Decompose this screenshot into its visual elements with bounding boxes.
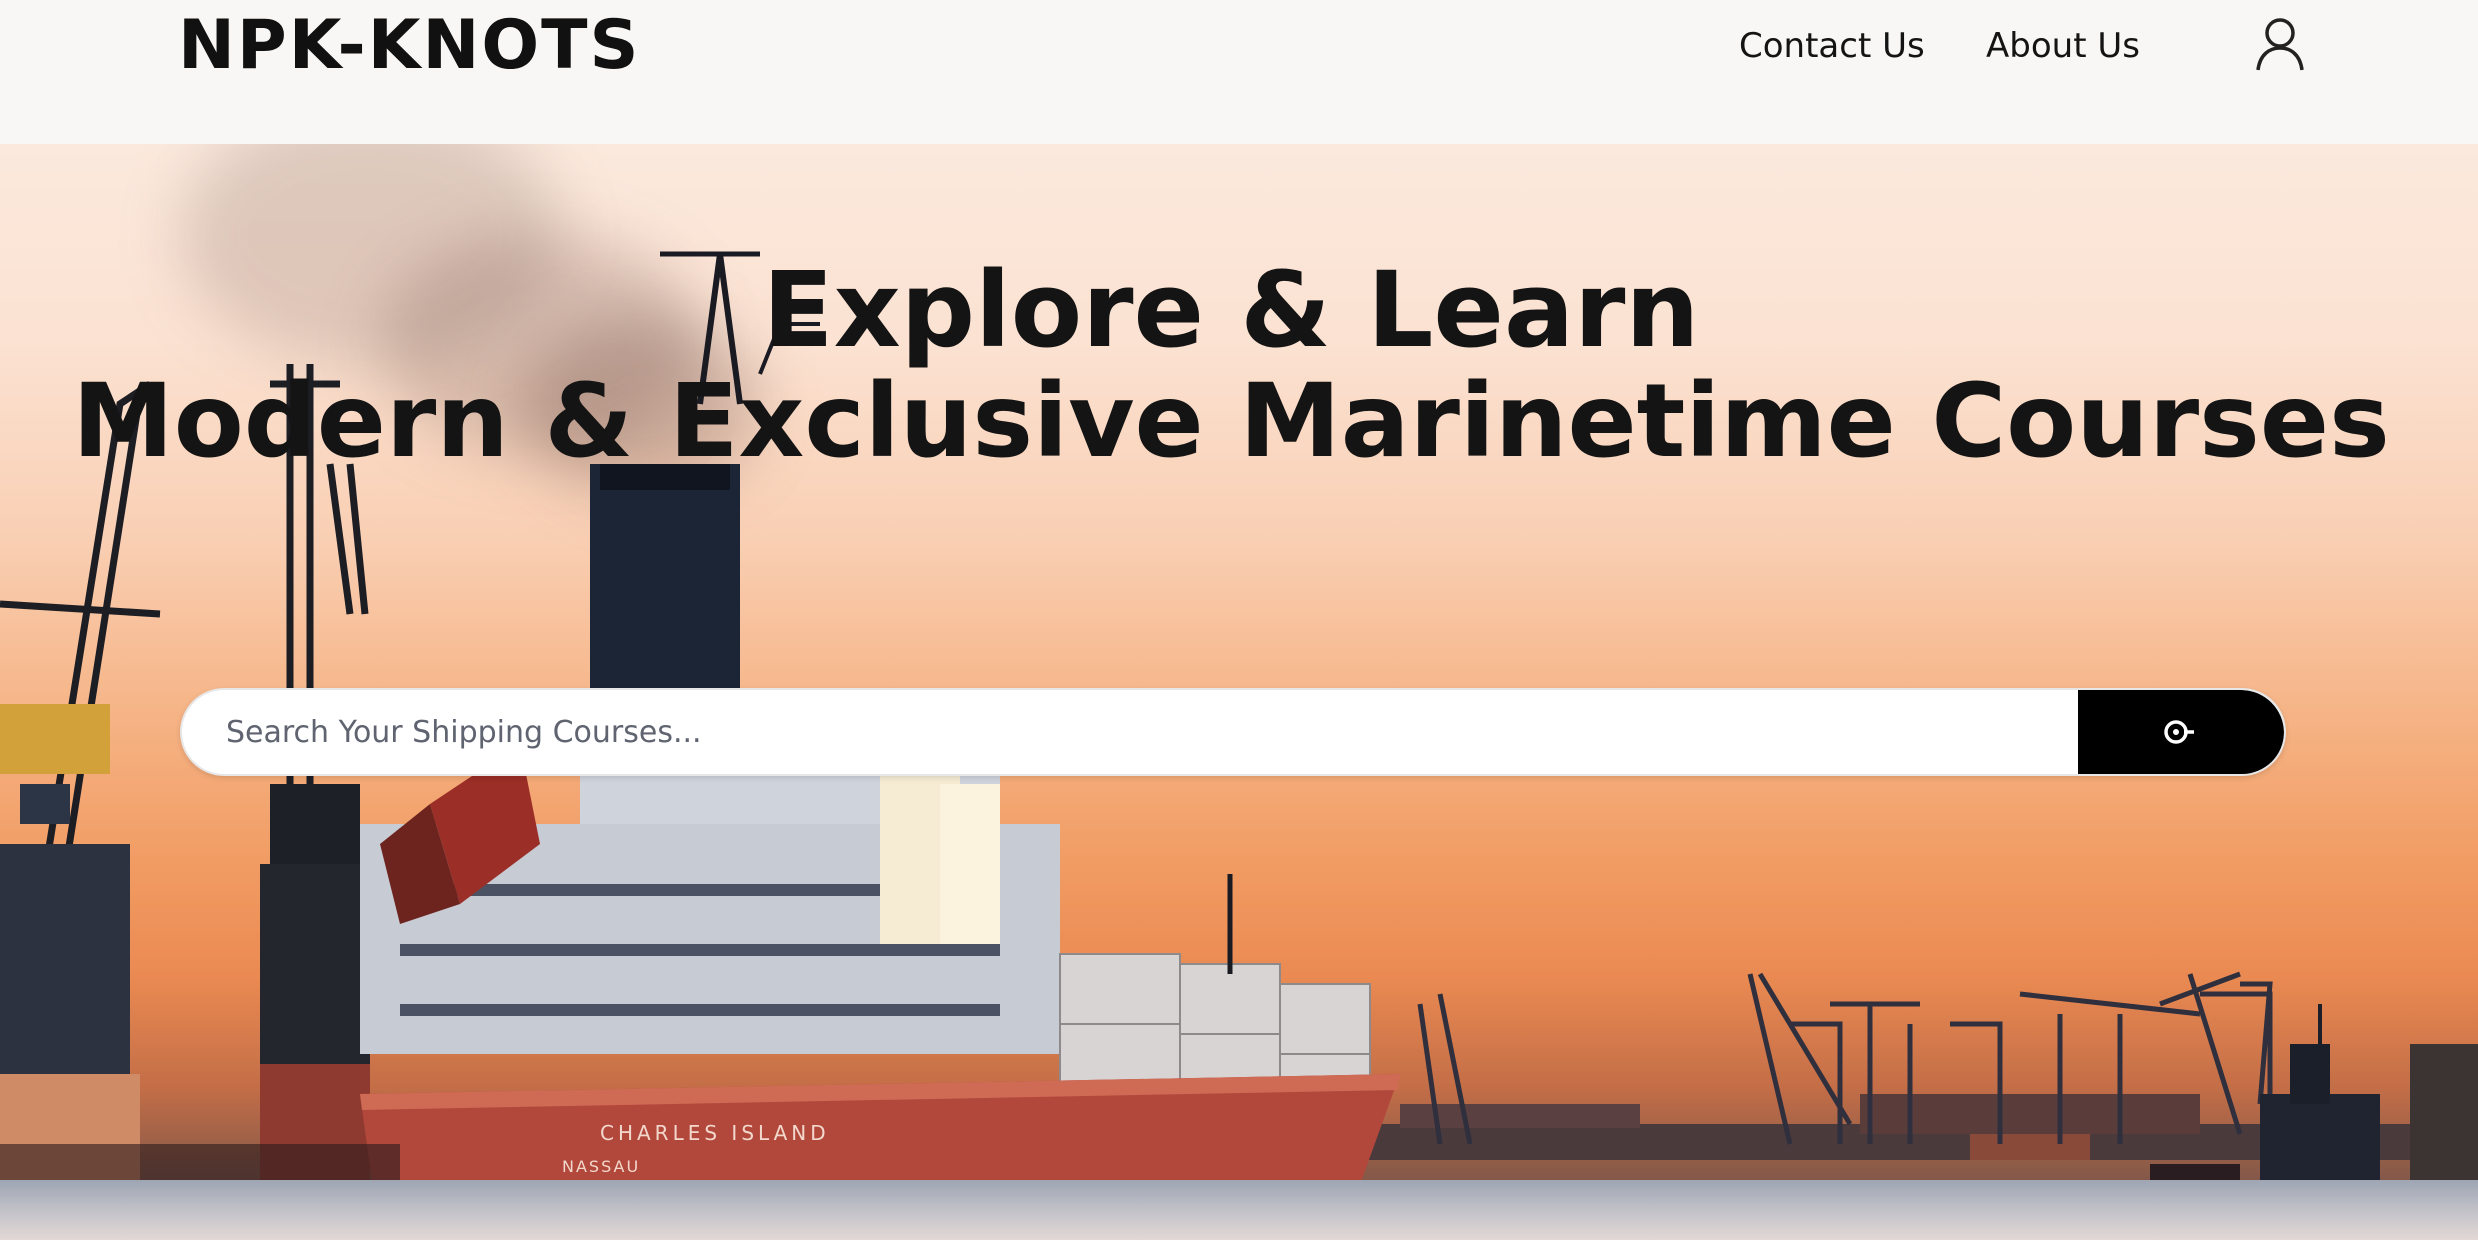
search-button[interactable] <box>2078 690 2284 774</box>
sea-water <box>0 1180 2478 1240</box>
user-icon[interactable] <box>2252 16 2308 72</box>
search-icon <box>2164 720 2194 744</box>
site-logo[interactable]: NPK-KNOTS <box>178 10 641 82</box>
nav-contact-us[interactable]: Contact Us <box>1739 22 1925 70</box>
hero-title-line-2: Modern & Exclusive Marinetime Courses <box>72 362 2390 481</box>
site-header: NPK-KNOTS Contact Us About Us <box>0 0 2478 144</box>
hero-title-line-1: Explore & Learn <box>762 249 1700 371</box>
search-input[interactable] <box>182 690 2080 774</box>
ship-port-text: NASSAU <box>562 1157 640 1176</box>
ship-name-text: CHARLES ISLAND <box>600 1121 830 1145</box>
search-bar <box>180 688 2286 776</box>
nav-about-us[interactable]: About Us <box>1986 22 2140 70</box>
